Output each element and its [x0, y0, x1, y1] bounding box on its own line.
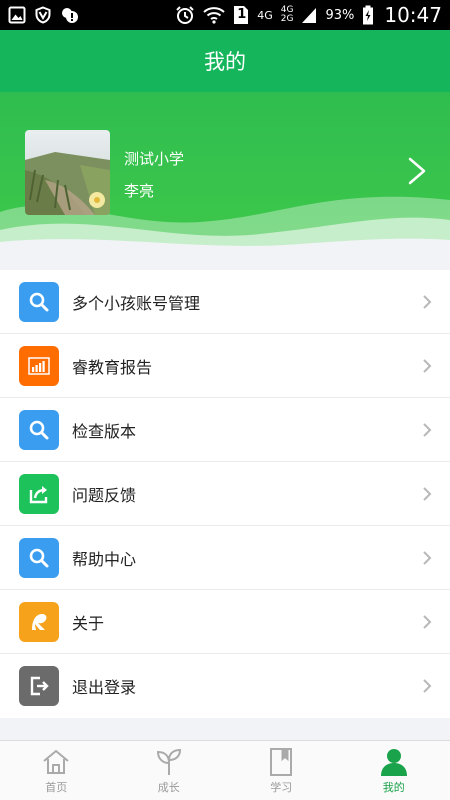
menu-item-label: 关于 [72, 613, 105, 633]
menu-item-label: 退出登录 [72, 678, 137, 697]
menu-item-label: 睿教育报告 [72, 357, 153, 377]
chevron-right-icon [423, 295, 432, 309]
bottom-nav: 首页 成长 学习 我的 [0, 740, 450, 800]
home-icon [41, 747, 71, 777]
search-icon [19, 538, 59, 578]
alert-notification-icon [60, 6, 80, 24]
gallery-notification-icon [8, 6, 26, 24]
sim-card-icon: 1 [233, 5, 249, 25]
chevron-right-icon [423, 679, 432, 693]
logout-icon [19, 666, 59, 706]
search-icon [19, 410, 59, 450]
user-name: 李亮 [124, 182, 155, 200]
tab-label: 我的 [382, 781, 405, 794]
person-icon [379, 747, 409, 777]
status-bar-right: 1 4G 4G 2G 93% 10:47 [175, 3, 442, 27]
wifi-icon [203, 6, 225, 24]
shield-notification-icon [34, 6, 52, 24]
avatar[interactable] [25, 130, 110, 215]
status-bar: 1 4G 4G 2G 93% 10:47 [0, 0, 450, 30]
status-bar-left [8, 6, 80, 24]
alarm-icon [175, 5, 195, 25]
tab-label: 学习 [270, 781, 293, 794]
menu-item-label: 帮助中心 [72, 549, 137, 569]
menu-item-label: 检查版本 [72, 421, 137, 441]
chevron-right-icon[interactable] [404, 156, 430, 186]
book-icon [266, 747, 296, 777]
menu-item-label: 多个小孩账号管理 [72, 293, 201, 313]
tab-label: 成长 [157, 781, 180, 794]
tab-home[interactable]: 首页 [0, 741, 113, 800]
battery-percent: 93% [325, 7, 355, 23]
bar-chart-icon [19, 346, 59, 386]
menu-item-feedback[interactable]: 问题反馈 [0, 462, 450, 526]
tab-mine[interactable]: 我的 [338, 741, 450, 800]
title-bar: 我的 [0, 30, 450, 92]
profile-header[interactable]: 测试小学 李亮 [0, 92, 450, 252]
menu-item-logout[interactable]: 退出登录 [0, 654, 450, 718]
chevron-right-icon [423, 615, 432, 629]
chevron-right-icon [423, 487, 432, 501]
share-icon [19, 474, 59, 514]
network-4g-label: 4G [257, 8, 273, 22]
menu-item-child-accounts[interactable]: 多个小孩账号管理 [0, 270, 450, 334]
chevron-right-icon [423, 359, 432, 373]
signal-icon [301, 6, 317, 24]
network-2g-bottom: 2G [280, 14, 294, 24]
menu-item-education-report[interactable]: 睿教育报告 [0, 334, 450, 398]
logo-r-icon [19, 602, 59, 642]
network-4g-2g-label: 4G 2G [281, 6, 294, 24]
sprout-icon [154, 747, 184, 777]
tab-growth[interactable]: 成长 [113, 741, 226, 800]
settings-menu: 多个小孩账号管理 睿教育报告 检查版本 问题反馈 帮助中心 关于 退出登录 [0, 270, 450, 718]
school-name: 测试小学 [124, 150, 185, 168]
menu-item-help-center[interactable]: 帮助中心 [0, 526, 450, 590]
menu-item-label: 问题反馈 [72, 485, 137, 505]
tab-study[interactable]: 学习 [225, 741, 338, 800]
clock: 10:47 [384, 3, 442, 27]
battery-charging-icon [362, 5, 374, 25]
chevron-right-icon [423, 551, 432, 565]
tab-label: 首页 [45, 781, 68, 794]
menu-item-about[interactable]: 关于 [0, 590, 450, 654]
chevron-right-icon [423, 423, 432, 437]
menu-item-check-version[interactable]: 检查版本 [0, 398, 450, 462]
sim-number: 1 [237, 7, 247, 22]
search-icon [19, 282, 59, 322]
page-title: 我的 [204, 50, 246, 74]
